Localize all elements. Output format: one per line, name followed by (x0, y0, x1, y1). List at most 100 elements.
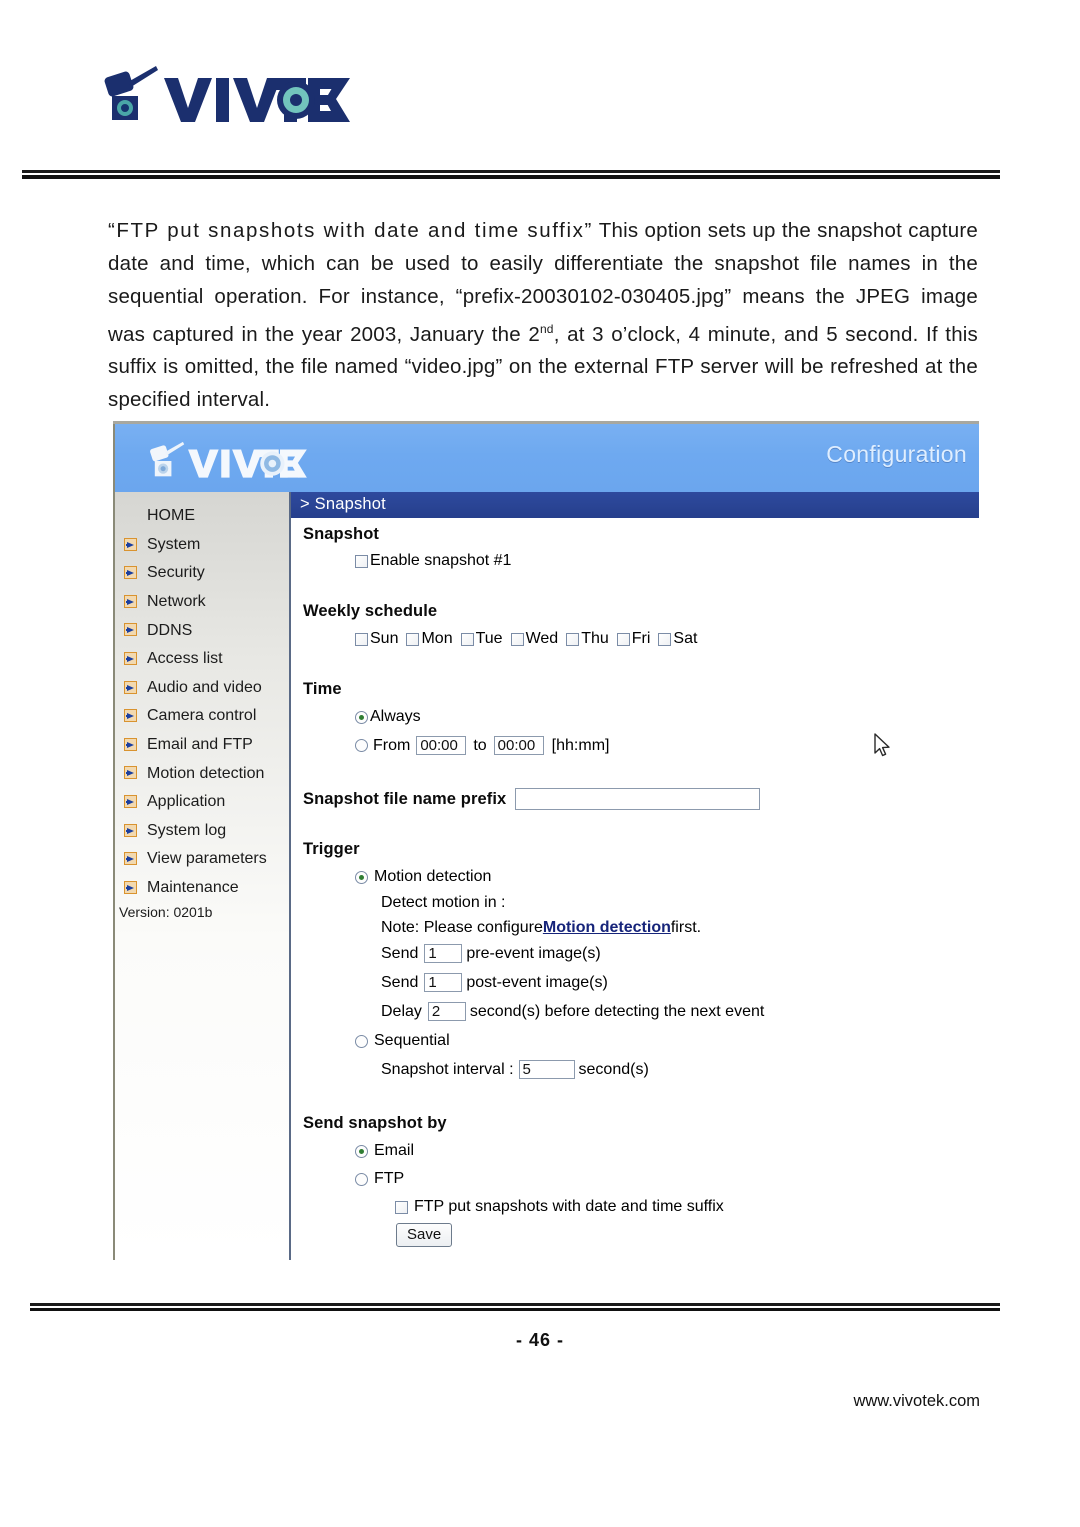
section-heading-send-snapshot-by: Send snapshot by (303, 1114, 447, 1132)
ftp-suffix-row[interactable]: FTP put snapshots with date and time suf… (395, 1198, 724, 1216)
sidebar-item-network[interactable]: Network (115, 588, 289, 617)
app-banner: Configuration (115, 424, 979, 492)
save-button[interactable]: Save (396, 1223, 453, 1247)
sidebar-item-system[interactable]: System (115, 531, 289, 560)
sidebar-item-audio-and-video[interactable]: Audio and video (115, 674, 289, 703)
enable-snapshot-checkbox[interactable] (355, 554, 368, 568)
sidebar-item-email-and-ftp[interactable]: Email and FTP (115, 731, 289, 760)
day-checkbox-sun[interactable] (355, 632, 368, 646)
day-checkbox-fri[interactable] (616, 632, 630, 646)
trigger-motion-detection-radio[interactable] (355, 870, 368, 884)
sidebar-item-label: System (147, 535, 201, 553)
time-from-radio[interactable] (355, 739, 368, 752)
configuration-form: Snapshot Enable snapshot #1 Weekly sched… (293, 520, 979, 1260)
website-url: www.vivotek.com (853, 1392, 980, 1410)
firmware-version-label: Version: 0201b (119, 904, 213, 920)
send-email-row[interactable]: Email (355, 1142, 414, 1160)
sidebar-item-label: Network (147, 593, 206, 611)
arrow-right-icon (124, 823, 137, 837)
sidebar-item-ddns[interactable]: DDNS (115, 616, 289, 645)
sidebar-item-label: HOME (147, 507, 195, 525)
snapshot-interval-input[interactable] (518, 1060, 575, 1079)
weekly-schedule-days: Sun Mon Tue Wed Thu Fri Sat (355, 630, 697, 648)
pre-event-suffix: pre-event image(s) (466, 944, 601, 962)
delay-prefix: Delay (381, 1002, 422, 1020)
section-heading-time: Time (303, 680, 342, 698)
vivotek-wordmark-banner (188, 449, 307, 478)
detect-motion-in-label: Detect motion in : (381, 894, 506, 911)
trigger-sequential-row[interactable]: Sequential (355, 1032, 450, 1050)
time-always-row[interactable]: Always (355, 708, 421, 726)
post-event-suffix: post-event image(s) (466, 973, 608, 991)
post-event-row: Send post-event image(s) (381, 973, 608, 992)
sidebar-item-access-list[interactable]: Access list (115, 645, 289, 674)
sidebar-item-application[interactable]: Application (115, 788, 289, 817)
motion-detection-link[interactable]: Motion detection (543, 919, 671, 937)
post-event-prefix: Send (381, 973, 419, 991)
time-to-input[interactable] (493, 736, 544, 755)
day-checkbox-thu[interactable] (566, 632, 580, 646)
time-always-radio[interactable] (355, 710, 368, 724)
send-ftp-radio[interactable] (355, 1172, 368, 1186)
vivotek-logo-banner (129, 438, 325, 484)
sidebar-item-home[interactable]: HOME (115, 502, 289, 531)
sidebar-item-label: DDNS (147, 621, 193, 639)
banner-title: Configuration (826, 441, 967, 467)
send-email-label: Email (374, 1142, 415, 1159)
delay-input[interactable] (427, 1002, 466, 1021)
enable-snapshot-row[interactable]: Enable snapshot #1 (355, 552, 511, 570)
time-from-row[interactable]: From to [hh:mm] (355, 736, 609, 755)
day-label-fri: Fri (631, 630, 651, 647)
arrow-right-icon (124, 651, 137, 665)
motion-detection-note: Note: Please configure Motion detection … (381, 919, 701, 937)
send-email-radio[interactable] (355, 1144, 368, 1158)
arrow-right-icon (124, 680, 137, 694)
sidebar-item-label: Audio and video (147, 678, 262, 696)
day-checkbox-tue[interactable] (460, 632, 474, 646)
sidebar-item-label: View parameters (147, 850, 267, 868)
ftp-suffix-checkbox[interactable] (395, 1200, 408, 1214)
day-label-sun: Sun (370, 630, 399, 647)
ftp-suffix-label: FTP put snapshots with date and time suf… (414, 1198, 724, 1215)
day-checkbox-mon[interactable] (406, 632, 420, 646)
section-heading-weekly-schedule: Weekly schedule (303, 602, 438, 620)
mouse-cursor-icon (873, 733, 893, 759)
sidebar-item-system-log[interactable]: System log (115, 817, 289, 846)
enable-snapshot-label: Enable snapshot #1 (370, 552, 512, 569)
arrow-right-icon (124, 852, 137, 866)
time-always-label: Always (370, 708, 421, 725)
day-label-sat: Sat (673, 630, 698, 647)
delay-row: Delay second(s) before detecting the nex… (381, 1002, 764, 1021)
arrow-right-icon (124, 594, 137, 608)
arrow-right-icon (124, 766, 137, 780)
day-label-mon: Mon (421, 630, 453, 647)
body-paragraph: “FTP put snapshots with date and time su… (108, 214, 978, 417)
sidebar-item-security[interactable]: Security (115, 559, 289, 588)
arrow-right-icon (124, 880, 137, 894)
post-event-input[interactable] (424, 973, 463, 992)
delay-suffix: second(s) before detecting the next even… (469, 1002, 765, 1020)
trigger-motion-detection-row[interactable]: Motion detection (355, 868, 491, 886)
note-suffix: first. (670, 919, 702, 936)
arrow-right-icon (124, 623, 137, 637)
sidebar-item-camera-control[interactable]: Camera control (115, 702, 289, 731)
time-from-input[interactable] (416, 736, 467, 755)
sidebar-item-label: System log (147, 821, 227, 839)
day-checkbox-sat[interactable] (658, 632, 672, 646)
section-heading-snapshot: Snapshot (303, 525, 379, 543)
day-checkbox-wed[interactable] (510, 632, 524, 646)
sidebar-item-label: Email and FTP (147, 736, 253, 754)
sidebar-item-maintenance[interactable]: Maintenance (115, 874, 289, 903)
sidebar-item-motion-detection[interactable]: Motion detection (115, 759, 289, 788)
paragraph-ordinal-sup: nd (539, 321, 554, 336)
snapshot-prefix-input[interactable] (515, 788, 761, 810)
pre-event-prefix: Send (381, 944, 419, 962)
send-ftp-row[interactable]: FTP (355, 1170, 404, 1188)
pre-event-input[interactable] (424, 944, 463, 963)
trigger-sequential-radio[interactable] (355, 1034, 368, 1048)
sidebar-item-view-parameters[interactable]: View parameters (115, 845, 289, 874)
sidebar-item-label: Camera control (147, 707, 257, 725)
day-label-thu: Thu (581, 630, 609, 647)
trigger-sequential-label: Sequential (374, 1032, 450, 1049)
note-prefix: Note: Please configure (381, 919, 543, 936)
